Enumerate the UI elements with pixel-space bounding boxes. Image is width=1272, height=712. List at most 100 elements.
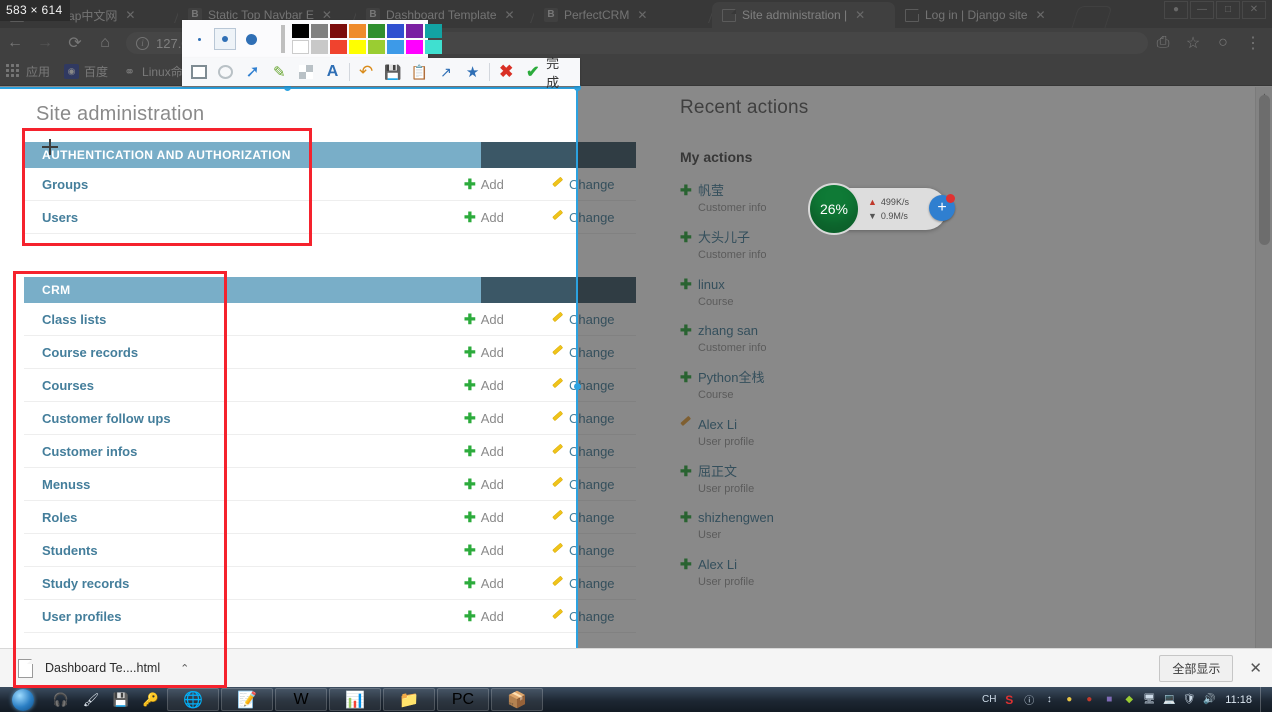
volume-icon[interactable]: 🔊 <box>1199 689 1219 711</box>
current-color-swatch[interactable] <box>281 25 285 53</box>
add-link[interactable]: ✚ Add <box>464 210 550 225</box>
arrow-tool-icon[interactable]: ➚ <box>239 59 266 85</box>
change-link[interactable]: Change <box>550 378 636 393</box>
maximize-icon[interactable]: □ <box>1216 1 1240 19</box>
tab-close-icon[interactable]: ✕ <box>125 8 135 22</box>
add-link[interactable]: ✚ Add <box>464 576 550 591</box>
network-icon[interactable]: 🖥 <box>1139 689 1159 711</box>
add-link[interactable]: ✚ Add <box>464 345 550 360</box>
selection-handle-right[interactable] <box>574 383 581 390</box>
scrollbar-thumb[interactable] <box>1259 95 1270 245</box>
network-speed-widget[interactable]: 26% ▲ 499K/s ▼ 0.9M/s + <box>808 183 955 235</box>
save-icon[interactable]: 💾 <box>106 688 136 711</box>
media-player-icon[interactable]: 🎧 <box>46 688 76 711</box>
cancel-tool-icon[interactable]: ✖ <box>493 59 520 85</box>
pen-icon[interactable]: 🖌 <box>76 688 106 711</box>
swatch-purple[interactable] <box>406 24 423 38</box>
list-item[interactable]: ✚ zhang san Customer info <box>680 321 960 356</box>
swatch-green[interactable] <box>368 24 385 38</box>
add-link[interactable]: ✚ Add <box>464 177 550 192</box>
list-item[interactable]: ✚ linux Course <box>680 275 960 310</box>
ime-indicator[interactable]: CH <box>979 689 999 711</box>
change-link[interactable]: Change <box>550 543 636 558</box>
change-link[interactable]: Change <box>550 576 636 591</box>
change-link[interactable]: Change <box>550 477 636 492</box>
tab-close-icon[interactable]: ✕ <box>1036 8 1046 22</box>
change-link[interactable]: Change <box>550 609 636 624</box>
close-icon[interactable]: ✕ <box>1242 1 1266 19</box>
change-link[interactable]: Change <box>550 312 636 327</box>
tab-close-icon[interactable]: ✕ <box>505 8 515 22</box>
add-link[interactable]: ✚ Add <box>464 411 550 426</box>
translate-icon[interactable]: ⎙ <box>1148 28 1178 58</box>
bookmark-baidu[interactable]: ◉ 百度 <box>64 63 108 80</box>
yellow-icon[interactable]: ● <box>1059 689 1079 711</box>
updown-icon[interactable]: ↕ <box>1039 689 1059 711</box>
taskbar-editor[interactable]: 📝 <box>221 688 273 711</box>
undo-tool-icon[interactable]: ↶ <box>353 59 380 85</box>
pen-tool-icon[interactable]: ✎ <box>266 59 293 85</box>
swatch-orange[interactable] <box>349 24 366 38</box>
add-link[interactable]: ✚ Add <box>464 444 550 459</box>
brush-size-medium[interactable] <box>214 28 236 50</box>
bookmark-apps[interactable]: 应用 <box>6 63 50 80</box>
page-scrollbar[interactable]: ▲ ▼ <box>1255 87 1272 687</box>
taskbar-clock[interactable]: 11:18 <box>1219 694 1260 706</box>
swatch-red[interactable] <box>330 40 347 54</box>
taskbar-folder[interactable]: 📁 <box>383 688 435 711</box>
done-button[interactable]: 完成 <box>546 53 576 91</box>
blue-icon[interactable]: ■ <box>1099 689 1119 711</box>
taskbar-chrome[interactable]: 🌐 <box>167 688 219 711</box>
profile-icon[interactable]: ○ <box>1208 28 1238 58</box>
change-link[interactable]: Change <box>550 411 636 426</box>
action-name[interactable]: 帆莹 <box>698 183 724 198</box>
change-link[interactable]: Change <box>550 510 636 525</box>
monitor-icon[interactable]: 💻 <box>1159 689 1179 711</box>
text-tool-icon[interactable]: A <box>319 59 346 85</box>
back-icon[interactable]: ← <box>0 28 30 58</box>
menu-icon[interactable]: ⋮ <box>1238 28 1268 58</box>
list-item[interactable]: Alex Li User profile <box>680 415 960 450</box>
rectangle-tool-icon[interactable] <box>186 59 213 85</box>
mosaic-tool-icon[interactable] <box>293 59 320 85</box>
swatch-white[interactable] <box>292 40 309 54</box>
green-icon[interactable]: ◆ <box>1119 689 1139 711</box>
close-shelf-icon[interactable]: ✕ <box>1249 659 1262 677</box>
swatch-black[interactable] <box>292 24 309 38</box>
save-tool-icon[interactable]: 💾 <box>379 59 406 85</box>
action-name[interactable]: Python全栈 <box>698 370 764 385</box>
minimize-icon[interactable]: — <box>1190 1 1214 19</box>
list-item[interactable]: ✚ shizhengwen User <box>680 508 960 543</box>
copy-tool-icon[interactable]: 📋 <box>406 59 433 85</box>
swatch-yellowgreen[interactable] <box>368 40 385 54</box>
taskbar-ppt[interactable]: 📊 <box>329 688 381 711</box>
swatch-magenta[interactable] <box>406 40 423 54</box>
change-link[interactable]: Change <box>550 177 636 192</box>
swatch-lightblue[interactable] <box>387 40 404 54</box>
red-icon[interactable]: ● <box>1079 689 1099 711</box>
bookmark-linux[interactable]: ⚭ Linux命 <box>122 63 183 80</box>
add-link[interactable]: ✚ Add <box>464 312 550 327</box>
add-link[interactable]: ✚ Add <box>464 609 550 624</box>
action-name[interactable]: shizhengwen <box>698 510 774 525</box>
tab-close-icon[interactable]: ✕ <box>637 8 647 22</box>
browser-tab-4-active[interactable]: Site administration | ✕ <box>712 2 895 28</box>
taskbar-pc[interactable]: PC <box>437 688 489 711</box>
change-link[interactable]: Change <box>550 345 636 360</box>
brush-size-small[interactable] <box>188 28 210 50</box>
info-icon[interactable]: i <box>136 36 149 50</box>
browser-tab-5[interactable]: Log in | Django site ✕ <box>895 2 1073 28</box>
tab-close-icon[interactable]: ✕ <box>855 8 865 22</box>
browser-tab-3[interactable]: B PerfectCRM ✕ <box>534 2 712 28</box>
swatch-teal[interactable] <box>425 24 442 38</box>
confirm-tool-icon[interactable]: ✔ <box>520 59 547 85</box>
list-item[interactable]: ✚ 大头儿子 Customer info <box>680 228 960 263</box>
swatch-cyan[interactable] <box>425 40 442 54</box>
change-link[interactable]: Change <box>550 444 636 459</box>
new-tab-button[interactable] <box>1071 6 1113 28</box>
home-icon[interactable]: ⌂ <box>90 28 120 58</box>
swatch-darkred[interactable] <box>330 24 347 38</box>
start-button[interactable] <box>0 687 46 712</box>
list-item[interactable]: ✚ Python全栈 Course <box>680 368 960 403</box>
action-name[interactable]: 屈正文 <box>698 464 737 479</box>
